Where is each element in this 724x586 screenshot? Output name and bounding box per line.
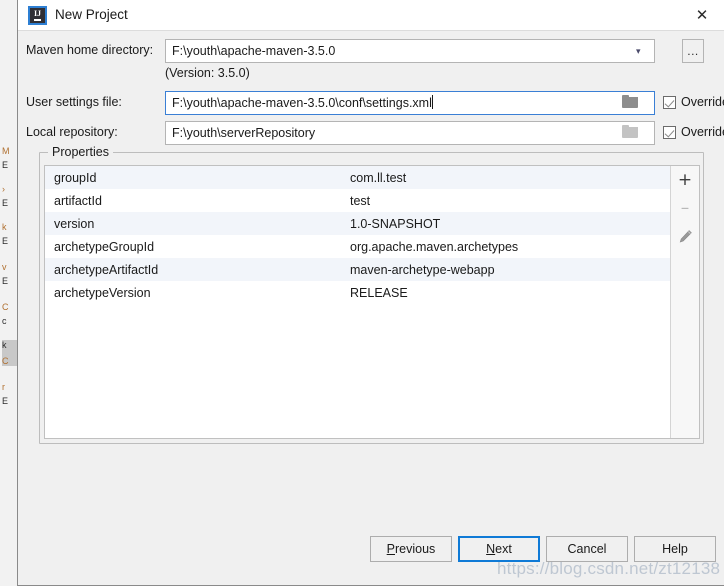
property-value: maven-archetype-webapp — [350, 262, 495, 277]
user-settings-input[interactable]: F:\youth\apache-maven-3.5.0\conf\setting… — [165, 91, 655, 115]
maven-version-note: (Version: 3.5.0) — [165, 66, 250, 80]
table-row[interactable]: archetypeArtifactId maven-archetype-webap… — [45, 258, 670, 281]
next-label: ext — [495, 542, 512, 556]
new-project-dialog: IJ New Project ✕ Maven home directory: F… — [17, 0, 724, 586]
checkbox-icon — [663, 95, 676, 109]
properties-group: Properties groupId com.ll.test artifactId t… — [39, 145, 704, 444]
bg-fragment: E — [2, 198, 9, 208]
bg-fragment: C — [2, 356, 9, 366]
properties-legend: Properties — [48, 145, 113, 159]
maven-home-label: Maven home directory: — [26, 43, 154, 57]
property-value: 1.0-SNAPSHOT — [350, 216, 441, 231]
property-value: test — [350, 193, 371, 208]
local-repository-label: Local repository: — [26, 125, 118, 139]
next-mnemonic: N — [486, 542, 496, 556]
user-settings-value: F:\youth\apache-maven-3.5.0\conf\setting… — [172, 96, 432, 110]
table-row[interactable]: archetypeVersion RELEASE — [45, 281, 670, 304]
local-repository-input[interactable]: F:\youth\serverRepository — [165, 121, 655, 145]
bg-fragment: c — [2, 316, 7, 326]
property-key: archetypeVersion — [54, 285, 151, 300]
property-value: org.apache.maven.archetypes — [350, 239, 519, 254]
previous-mnemonic: P — [386, 542, 396, 556]
add-property-button[interactable]: + — [673, 170, 697, 191]
override-label: Override — [681, 95, 724, 109]
property-key: artifactId — [54, 193, 102, 208]
maven-home-browse-button[interactable]: ... — [682, 39, 704, 63]
properties-panel: groupId com.ll.test artifactId test version 1… — [44, 165, 700, 439]
bg-fragment: E — [2, 236, 9, 246]
close-icon[interactable]: ✕ — [680, 0, 724, 30]
user-settings-override-checkbox[interactable]: Override — [663, 95, 724, 109]
table-row[interactable]: version 1.0-SNAPSHOT — [45, 212, 670, 235]
override-label: Override — [681, 125, 724, 139]
bg-fragment: E — [2, 276, 9, 286]
property-key: version — [54, 216, 95, 231]
bg-fragment: M — [2, 146, 10, 156]
user-settings-label: User settings file: — [26, 95, 122, 109]
maven-home-input[interactable]: F:\youth\apache-maven-3.5.0 — [165, 39, 655, 63]
properties-toolbar: + – — [670, 166, 699, 438]
pencil-icon[interactable] — [673, 226, 697, 247]
bg-fragment: › — [2, 184, 5, 194]
folder-icon[interactable] — [622, 95, 638, 108]
chevron-down-icon[interactable]: ▾ — [636, 41, 641, 63]
table-row[interactable]: artifactId test — [45, 189, 670, 212]
remove-property-button[interactable]: – — [673, 198, 697, 219]
property-key: archetypeGroupId — [54, 239, 155, 254]
bg-fragment: k — [2, 222, 7, 232]
intellij-idea-icon: IJ — [28, 6, 47, 25]
cancel-button[interactable]: Cancel — [546, 536, 628, 562]
bg-fragment: r — [2, 382, 5, 392]
property-key: archetypeArtifactId — [54, 262, 159, 277]
property-value: com.ll.test — [350, 170, 407, 185]
next-button[interactable]: Next — [458, 536, 540, 562]
dialog-title: New Project — [55, 7, 128, 22]
bg-fragment: E — [2, 160, 9, 170]
previous-label: revious — [395, 542, 436, 556]
local-repository-override-checkbox[interactable]: Override — [663, 125, 724, 139]
property-value: RELEASE — [350, 285, 408, 300]
bg-fragment: E — [2, 396, 9, 406]
table-row[interactable]: archetypeGroupId org.apache.maven.archety… — [45, 235, 670, 258]
checkbox-icon — [663, 125, 676, 139]
bg-fragment: C — [2, 302, 9, 312]
background-ide-window: M E › E k E v E C c k C r E — [0, 0, 18, 586]
folder-icon[interactable] — [622, 125, 638, 138]
help-button[interactable]: Help — [634, 536, 716, 562]
table-row[interactable]: groupId com.ll.test — [45, 166, 670, 189]
properties-table[interactable]: groupId com.ll.test artifactId test version 1… — [45, 166, 670, 438]
property-key: groupId — [54, 170, 97, 185]
text-caret — [431, 95, 433, 109]
dialog-titlebar: IJ New Project ✕ — [18, 0, 724, 31]
previous-button[interactable]: Previous — [370, 536, 452, 562]
bg-fragment: v — [2, 262, 7, 272]
